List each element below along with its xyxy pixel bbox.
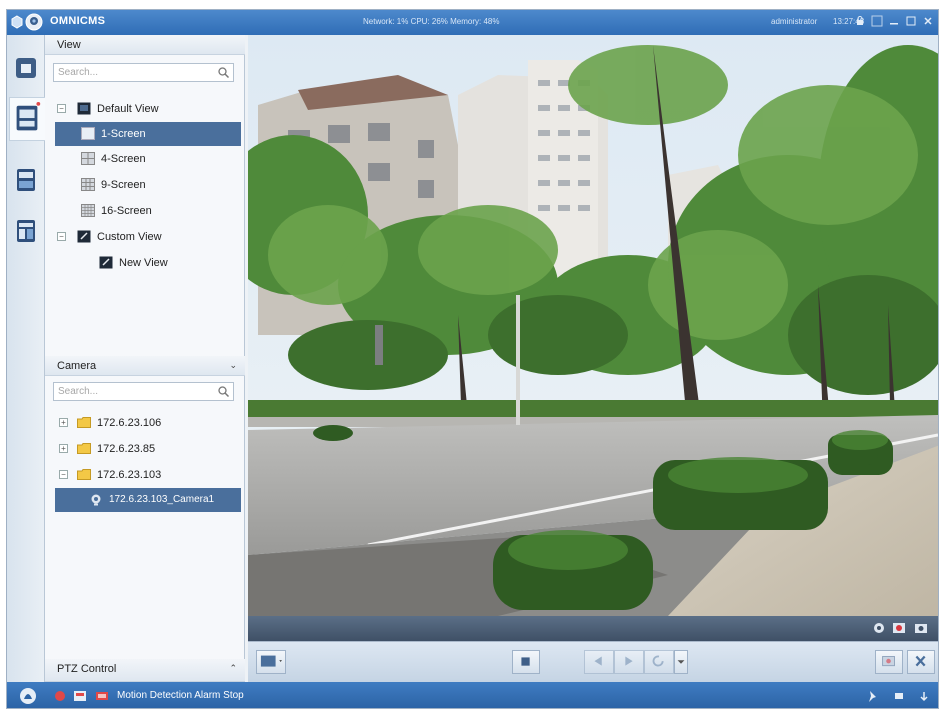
camera-search-box[interactable] bbox=[53, 382, 234, 401]
screen-layout-icon bbox=[81, 127, 95, 140]
record-icon[interactable] bbox=[892, 621, 906, 635]
chevron-up-icon[interactable]: ⌃ bbox=[229, 663, 237, 674]
screen-icon[interactable] bbox=[892, 689, 906, 703]
custom-view-icon bbox=[77, 230, 91, 243]
camera-section-header[interactable]: Camera ⌄ bbox=[45, 356, 245, 376]
screen-layout-icon bbox=[81, 178, 95, 191]
folder-icon bbox=[77, 443, 91, 454]
camera-logo-icon bbox=[25, 13, 43, 31]
stop-icon bbox=[521, 657, 530, 666]
tree-item-device-85[interactable]: + 172.6.23.85 bbox=[45, 437, 245, 461]
chevron-down-icon bbox=[677, 660, 685, 664]
tree-item-9-screen[interactable]: 9-Screen bbox=[45, 173, 245, 197]
rail-config-button[interactable] bbox=[13, 218, 39, 244]
folder-icon bbox=[77, 417, 91, 428]
auto-switch-dropdown[interactable] bbox=[674, 650, 688, 674]
folder-icon bbox=[77, 469, 91, 480]
screen-layout-icon bbox=[81, 204, 95, 217]
close-icon[interactable] bbox=[922, 15, 934, 27]
rail-home-button[interactable] bbox=[13, 55, 39, 81]
tree-item-default-view[interactable]: − Default View bbox=[45, 97, 245, 121]
alarm-message[interactable]: Motion Detection Alarm Stop bbox=[117, 690, 244, 701]
rail-main-view-button[interactable] bbox=[9, 97, 45, 141]
next-button[interactable] bbox=[614, 650, 644, 674]
monitor-icon bbox=[77, 102, 91, 115]
tree-item-4-screen[interactable]: 4-Screen bbox=[45, 147, 245, 171]
alarm-popup-icon[interactable] bbox=[73, 689, 87, 703]
playback-icon bbox=[17, 169, 35, 191]
arrow-right-icon bbox=[625, 656, 633, 666]
tree-item-device-103[interactable]: − 172.6.23.103 bbox=[45, 463, 245, 487]
system-status: Network: 1% CPU: 26% Memory: 48% bbox=[363, 17, 500, 26]
live-video-window[interactable] bbox=[248, 35, 938, 616]
view-section-header[interactable]: View bbox=[45, 35, 245, 55]
layout-icon bbox=[260, 655, 282, 667]
ptz-section-header[interactable]: PTZ Control ⌃ bbox=[45, 659, 245, 682]
app-logo-icon bbox=[11, 15, 23, 29]
search-icon[interactable] bbox=[217, 385, 230, 398]
tree-item-new-view[interactable]: New View bbox=[45, 251, 245, 275]
main-view-icon bbox=[16, 102, 41, 131]
chevron-down-icon[interactable]: ⌄ bbox=[229, 360, 237, 371]
camera-search-input[interactable] bbox=[54, 383, 209, 400]
window-division-button[interactable] bbox=[256, 650, 286, 674]
stop-all-button[interactable] bbox=[512, 650, 540, 674]
title-bar: OMNICMS Network: 1% CPU: 26% Memory: 48%… bbox=[7, 10, 938, 35]
rail-playback-button[interactable] bbox=[13, 167, 39, 193]
close-icon bbox=[915, 655, 926, 667]
new-view-icon bbox=[99, 256, 113, 269]
alarm-sound-icon[interactable] bbox=[53, 689, 67, 703]
help-icon[interactable] bbox=[871, 15, 883, 27]
auto-switch-button[interactable] bbox=[644, 650, 674, 674]
home-icon bbox=[16, 58, 36, 78]
collapse-icon[interactable]: − bbox=[57, 232, 66, 241]
minimize-icon[interactable] bbox=[888, 15, 900, 27]
tree-item-camera1[interactable]: 172.6.23.103_Camera1 bbox=[55, 488, 241, 512]
tree-item-1-screen[interactable]: 1-Screen bbox=[55, 122, 241, 146]
alarm-bell-icon[interactable] bbox=[19, 687, 37, 705]
config-icon bbox=[17, 220, 35, 242]
side-panel: View − Default View 1-Screen 4-Screen 9-… bbox=[45, 35, 245, 682]
lock-icon[interactable] bbox=[854, 15, 866, 27]
tree-item-device-106[interactable]: + 172.6.23.106 bbox=[45, 411, 245, 435]
refresh-icon bbox=[652, 655, 664, 667]
live-view-toolbar bbox=[248, 641, 938, 682]
expand-panel-icon[interactable] bbox=[917, 689, 931, 703]
fullscreen-icon bbox=[882, 656, 895, 667]
video-frame bbox=[248, 35, 938, 616]
alarm-event-icon bbox=[96, 692, 108, 700]
maximize-icon[interactable] bbox=[905, 15, 917, 27]
screen-layout-icon bbox=[81, 152, 95, 165]
video-info-strip bbox=[248, 616, 938, 641]
tree-item-16-screen[interactable]: 16-Screen bbox=[45, 199, 245, 223]
view-section-title: View bbox=[57, 39, 81, 51]
view-search-box[interactable] bbox=[53, 63, 234, 82]
ptz-icon[interactable] bbox=[872, 621, 886, 635]
module-rail bbox=[7, 35, 45, 682]
arrow-left-icon bbox=[594, 656, 602, 666]
user-name[interactable]: administrator bbox=[771, 17, 817, 26]
status-bar: Motion Detection Alarm Stop bbox=[7, 682, 938, 708]
search-icon[interactable] bbox=[217, 66, 230, 79]
pin-icon[interactable] bbox=[866, 689, 880, 703]
window-controls bbox=[854, 15, 934, 27]
camera-section-title: Camera bbox=[57, 360, 97, 372]
full-screen-button[interactable] bbox=[875, 650, 903, 674]
previous-button[interactable] bbox=[584, 650, 614, 674]
app-window: OMNICMS Network: 1% CPU: 26% Memory: 48%… bbox=[6, 9, 939, 709]
capture-icon[interactable] bbox=[914, 621, 928, 635]
expand-icon[interactable]: + bbox=[59, 444, 68, 453]
app-title: OMNICMS bbox=[50, 15, 106, 27]
view-search-input[interactable] bbox=[54, 64, 209, 81]
camera-icon bbox=[91, 494, 101, 506]
expand-icon[interactable]: + bbox=[59, 418, 68, 427]
tree-item-custom-view[interactable]: − Custom View bbox=[45, 225, 245, 249]
ptz-section-title: PTZ Control bbox=[57, 663, 117, 675]
collapse-icon[interactable]: − bbox=[57, 104, 66, 113]
collapse-icon[interactable]: − bbox=[59, 470, 68, 479]
close-all-button[interactable] bbox=[907, 650, 935, 674]
